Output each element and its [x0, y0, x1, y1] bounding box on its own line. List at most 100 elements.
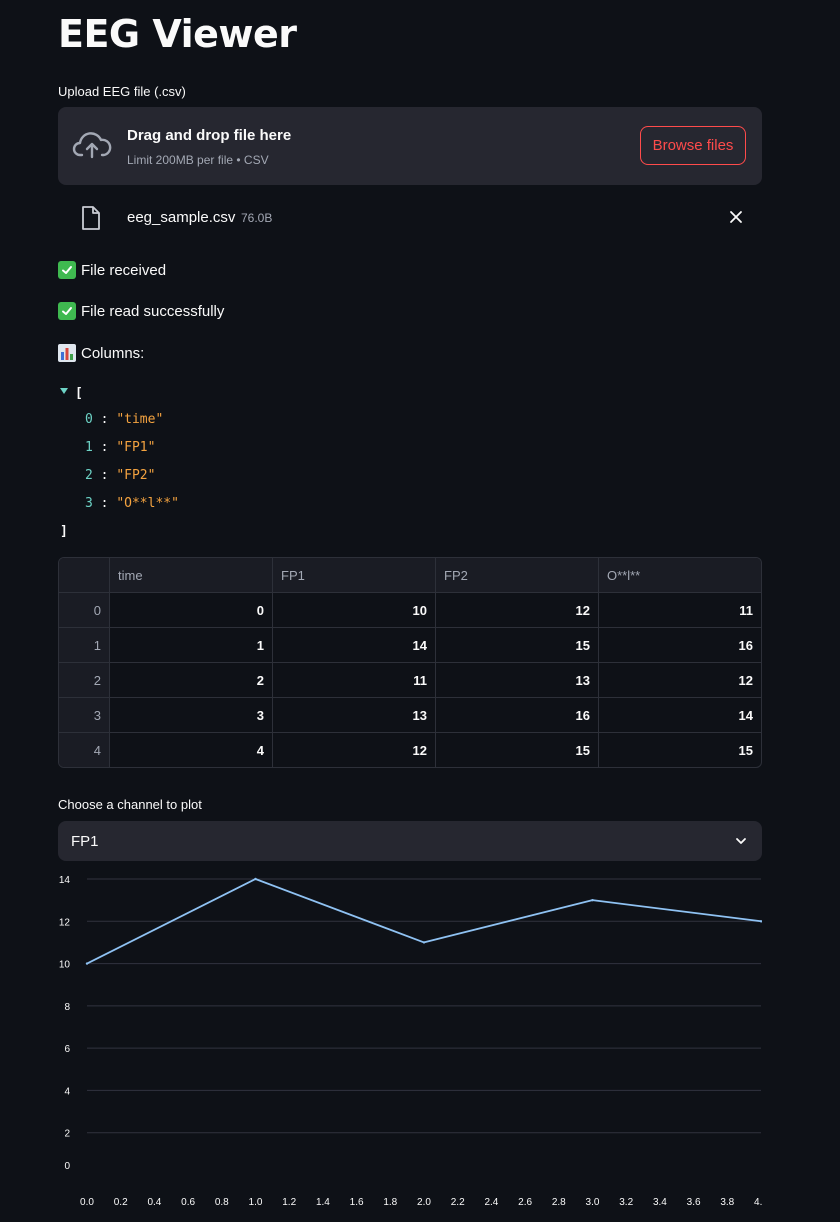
x-tick-label: 0.2 — [114, 1197, 128, 1208]
uploader-label: Upload EEG file (.csv) — [58, 84, 186, 99]
json-item: 2 : "FP2" — [85, 468, 156, 483]
table-cell[interactable]: 3 — [110, 698, 273, 733]
json-item: 3 : "O**l**" — [85, 496, 179, 511]
table-cell[interactable]: 1 — [59, 628, 110, 663]
json-item-index: 2 — [85, 468, 93, 483]
y-tick-label: 10 — [59, 960, 71, 971]
x-tick-label: 0.0 — [80, 1197, 94, 1208]
table-cell[interactable]: 13 — [273, 698, 436, 733]
status-received: File received — [58, 261, 166, 279]
y-tick-label: 6 — [64, 1044, 70, 1055]
table-cell[interactable]: 11 — [273, 663, 436, 698]
table-cell[interactable]: 12 — [599, 663, 761, 698]
table-cell[interactable]: 15 — [436, 628, 599, 663]
table-row: 1 1 14 15 16 — [59, 628, 761, 663]
x-tick-label: 2.6 — [518, 1197, 532, 1208]
json-item-index: 1 — [85, 440, 93, 455]
file-icon — [82, 206, 100, 230]
y-tick-label: 4 — [64, 1086, 70, 1097]
data-point — [591, 898, 594, 902]
json-open-bracket: [ — [75, 386, 83, 401]
x-tick-label: 3.6 — [687, 1197, 701, 1208]
dropzone-subtitle: Limit 200MB per file • CSV — [127, 153, 269, 167]
table-cell[interactable]: 4 — [59, 733, 110, 767]
json-item-value: "FP1" — [116, 440, 156, 455]
dropzone-title: Drag and drop file here — [127, 127, 292, 144]
y-tick-label: 0 — [64, 1161, 70, 1172]
x-tick-label: 1.4 — [316, 1197, 330, 1208]
check-mark-icon — [58, 302, 76, 320]
x-tick-label: 3.2 — [619, 1197, 633, 1208]
uploaded-file-size: 76.0B — [241, 211, 273, 225]
x-tick-label: 1.8 — [383, 1197, 397, 1208]
uploaded-file-row: eeg_sample.csv 76.0B — [58, 200, 762, 236]
x-tick-label: 0.8 — [215, 1197, 229, 1208]
table-cell[interactable]: 0 — [59, 593, 110, 628]
table-cell[interactable]: 16 — [599, 628, 761, 663]
table-cell[interactable]: 2 — [110, 663, 273, 698]
selector-label: Choose a channel to plot — [58, 797, 202, 812]
table-header[interactable] — [59, 558, 110, 593]
table-cell[interactable]: 12 — [436, 593, 599, 628]
browse-files-button[interactable]: Browse files — [640, 126, 746, 165]
x-tick-label: 0.4 — [147, 1197, 161, 1208]
x-tick-label: 2.2 — [451, 1197, 465, 1208]
x-tick-label: 1.2 — [282, 1197, 296, 1208]
data-point — [254, 877, 257, 881]
table-cell[interactable]: 1 — [110, 628, 273, 663]
table-cell[interactable]: 4 — [110, 733, 273, 767]
y-tick-label: 14 — [59, 875, 71, 886]
x-tick-label: 2.4 — [484, 1197, 498, 1208]
bar-chart-icon — [58, 344, 76, 362]
channel-select[interactable]: FP1 — [58, 821, 762, 861]
table-cell[interactable]: 10 — [273, 593, 436, 628]
table-cell[interactable]: 15 — [599, 733, 761, 767]
close-icon[interactable] — [728, 209, 744, 225]
y-tick-label: 8 — [64, 1002, 70, 1013]
table-cell[interactable]: 14 — [599, 698, 761, 733]
table-header[interactable]: FP1 — [273, 558, 436, 593]
check-mark-icon — [58, 261, 76, 279]
columns-heading: Columns: — [58, 344, 144, 362]
table-cell[interactable]: 0 — [110, 593, 273, 628]
json-item-index: 0 — [85, 412, 93, 427]
status-received-text: File received — [81, 261, 167, 279]
json-close-bracket: ] — [60, 524, 68, 539]
x-tick-label: 1.6 — [350, 1197, 364, 1208]
table-cell[interactable]: 2 — [59, 663, 110, 698]
status-read-text: File read successfully — [81, 302, 225, 320]
json-item-value: "time" — [116, 412, 164, 427]
channel-select-value: FP1 — [71, 833, 99, 850]
columns-heading-text: Columns: — [81, 344, 145, 362]
table-row: 2 2 11 13 12 — [59, 663, 761, 698]
table-cell[interactable]: 13 — [436, 663, 599, 698]
table-cell[interactable]: 12 — [273, 733, 436, 767]
data-table[interactable]: time FP1 FP2 O**l** 0 0 10 12 11 1 1 14 … — [58, 557, 762, 768]
line-chart[interactable]: 0 2 4 6 8 10 12 14 0.0 0.2 0.4 0.6 0.8 1.0 1.2 1.4 1.6 1.… — [58, 868, 762, 1218]
x-tick-label: 2.0 — [417, 1197, 431, 1208]
cloud-upload-icon — [72, 132, 112, 159]
table-cell[interactable]: 14 — [273, 628, 436, 663]
x-tick-label: 4.0 — [754, 1197, 762, 1208]
table-cell[interactable]: 16 — [436, 698, 599, 733]
table-header[interactable]: time — [110, 558, 273, 593]
y-tick-label: 12 — [59, 917, 71, 928]
table-row: 4 4 12 15 15 — [59, 733, 761, 767]
x-tick-label: 3.4 — [653, 1197, 667, 1208]
table-cell[interactable]: 15 — [436, 733, 599, 767]
table-header-row: time FP1 FP2 O**l** — [59, 558, 761, 593]
file-dropzone[interactable]: Drag and drop file here Limit 200MB per … — [58, 107, 762, 185]
table-cell[interactable]: 11 — [599, 593, 761, 628]
status-read: File read successfully — [58, 302, 224, 320]
json-item-value: "O**l**" — [116, 496, 179, 511]
json-item: 0 : "time" — [85, 412, 164, 427]
json-item-index: 3 — [85, 496, 93, 511]
table-header[interactable]: O**l** — [599, 558, 761, 593]
collapse-toggle-icon[interactable] — [60, 388, 68, 394]
uploaded-file-name: eeg_sample.csv — [127, 209, 236, 226]
table-row: 0 0 10 12 11 — [59, 593, 761, 628]
table-header[interactable]: FP2 — [436, 558, 599, 593]
table-cell[interactable]: 3 — [59, 698, 110, 733]
json-item-value: "FP2" — [116, 468, 156, 483]
chevron-down-icon — [736, 838, 746, 844]
